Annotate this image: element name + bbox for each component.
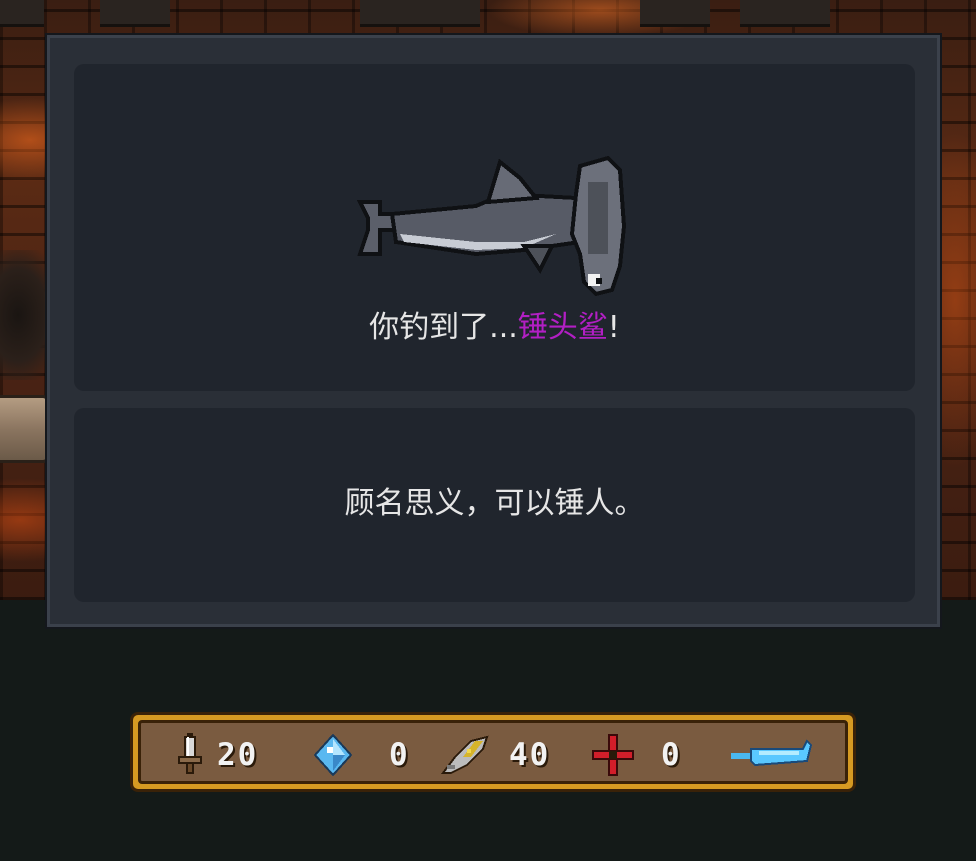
fish-name: 锤头鲨 — [517, 310, 608, 345]
fish-description-panel: 顾名思义，可以锤人。 — [74, 408, 915, 602]
top-debris — [640, 0, 710, 27]
fish-description: 顾名思义，可以锤人。 — [344, 486, 645, 521]
material-resource: 40 — [439, 733, 550, 777]
hammerhead-shark-sprite — [356, 155, 627, 297]
material-count: 40 — [509, 737, 551, 773]
red-cross-icon — [592, 734, 634, 776]
sword-resource: 20 — [175, 733, 258, 777]
red-cross-resource: 0 — [591, 733, 682, 777]
catch-result-panel: 你钓到了...锤头鲨! — [74, 64, 915, 391]
top-debris — [740, 0, 830, 27]
feather-quill-icon — [441, 735, 489, 774]
top-debris — [0, 0, 44, 27]
top-debris — [360, 0, 480, 27]
fish-caught-dialog[interactable]: 你钓到了...锤头鲨! 顾名思义，可以锤人。 — [47, 35, 940, 627]
sword-icon — [178, 733, 202, 774]
catch-prefix: 你钓到了... — [369, 310, 518, 345]
blue-gem-icon — [313, 733, 353, 777]
catch-suffix: ! — [607, 310, 620, 345]
gem-resource: 0 — [311, 733, 410, 777]
blue-weapon-icon — [731, 739, 813, 767]
top-debris — [100, 0, 170, 27]
sword-count: 20 — [217, 737, 259, 773]
weapon-resource — [727, 733, 825, 777]
red-cross-count: 0 — [661, 737, 682, 773]
barrel-prop — [0, 395, 49, 463]
gem-count: 0 — [389, 737, 410, 773]
catch-message: 你钓到了...锤头鲨! — [74, 308, 915, 348]
resource-bar-inner: 20 0 40 0 — [138, 720, 848, 784]
resource-bar: 20 0 40 0 — [130, 712, 856, 792]
